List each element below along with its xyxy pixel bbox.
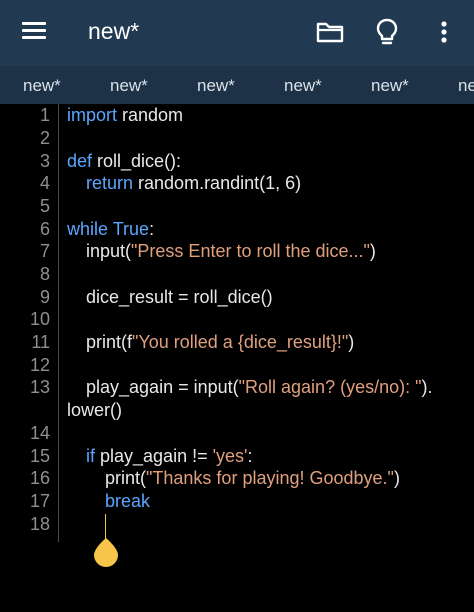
- code-text: print(f: [86, 332, 133, 352]
- line-number: 4: [39, 173, 50, 193]
- line-number: 15: [29, 446, 50, 466]
- code-text: print(: [105, 468, 147, 488]
- tab-4[interactable]: new*: [284, 76, 322, 96]
- line-number: 8: [39, 264, 50, 284]
- gutter-divider: [58, 104, 59, 542]
- code-text: roll_dice():: [92, 151, 182, 171]
- app-bar: new*: [0, 0, 474, 66]
- code-text: play_again !=: [95, 446, 213, 466]
- line-number: 6: [39, 219, 50, 239]
- line-number: 11: [31, 332, 50, 352]
- line-number: 5: [39, 196, 50, 216]
- code-text: input(: [86, 241, 132, 261]
- tab-6[interactable]: ne: [458, 76, 474, 96]
- code-text: random: [117, 105, 184, 125]
- line-number: 7: [39, 241, 50, 261]
- code-line-wrap: lower(): [67, 400, 123, 420]
- line-number: 2: [39, 128, 50, 148]
- keyword: import: [67, 105, 118, 125]
- line-number: 16: [29, 468, 50, 488]
- code-text: ): [393, 468, 400, 488]
- code-line: def roll_dice():: [67, 151, 181, 172]
- lightbulb-icon[interactable]: [371, 16, 403, 48]
- tab-3[interactable]: new*: [197, 76, 235, 96]
- code-line: break: [105, 491, 150, 512]
- keyword: while: [67, 219, 109, 239]
- line-number: 10: [29, 309, 50, 329]
- code-line: import random: [67, 105, 183, 126]
- line-number: 18: [29, 514, 50, 534]
- menu-icon[interactable]: [22, 22, 46, 40]
- document-title: new*: [88, 18, 140, 44]
- more-vert-icon[interactable]: [428, 16, 460, 48]
- line-number: 13: [29, 377, 50, 397]
- code-text: :: [247, 446, 253, 466]
- tab-bar: new* new* new* new* new* ne: [0, 66, 474, 104]
- code-line: input("Press Enter to roll the dice..."): [86, 241, 376, 262]
- tab-2[interactable]: new*: [110, 76, 148, 96]
- line-number: 12: [29, 355, 50, 375]
- tab-5[interactable]: new*: [371, 76, 409, 96]
- keyword: def: [67, 151, 93, 171]
- string-literal: 'yes': [212, 446, 248, 466]
- keyword: if: [86, 446, 95, 466]
- string-literal: "Press Enter to roll the dice...": [131, 241, 370, 261]
- code-line: play_again = input("Roll again? (yes/no)…: [86, 377, 433, 398]
- code-line: if play_again != 'yes':: [86, 446, 253, 467]
- code-text: ): [348, 332, 355, 352]
- line-number: 9: [39, 287, 50, 307]
- tab-1[interactable]: new*: [23, 76, 61, 96]
- code-text: ): [369, 241, 376, 261]
- keyword: True: [112, 219, 150, 239]
- folder-icon[interactable]: [314, 16, 346, 48]
- code-text: play_again = input(: [86, 377, 239, 397]
- code-line: print(f"You rolled a {dice_result}!"): [86, 332, 354, 353]
- cursor-handle-icon[interactable]: [93, 538, 119, 568]
- code-line: return random.randint(1, 6): [86, 173, 301, 194]
- line-number: 3: [39, 151, 50, 171]
- code-line: dice_result = roll_dice(): [86, 287, 273, 307]
- line-number: 17: [29, 491, 50, 511]
- code-text: ).: [421, 377, 433, 397]
- string-literal: "Thanks for playing! Goodbye.": [146, 468, 394, 488]
- string-literal: "Roll again? (yes/no): ": [238, 377, 422, 397]
- code-text: random.randint(1, 6): [133, 173, 302, 193]
- code-editor[interactable]: 1 2 3 4 5 6 7 8 9 10 11 12 13 14 15 16 1…: [0, 104, 474, 612]
- line-number: 14: [29, 423, 50, 443]
- code-line: while True:: [67, 219, 154, 240]
- string-literal: "You rolled a {dice_result}!": [132, 332, 349, 352]
- line-number: 1: [39, 105, 50, 125]
- code-line: print("Thanks for playing! Goodbye."): [105, 468, 400, 489]
- keyword: return: [86, 173, 134, 193]
- code-text: :: [149, 219, 155, 239]
- keyword: break: [105, 491, 151, 511]
